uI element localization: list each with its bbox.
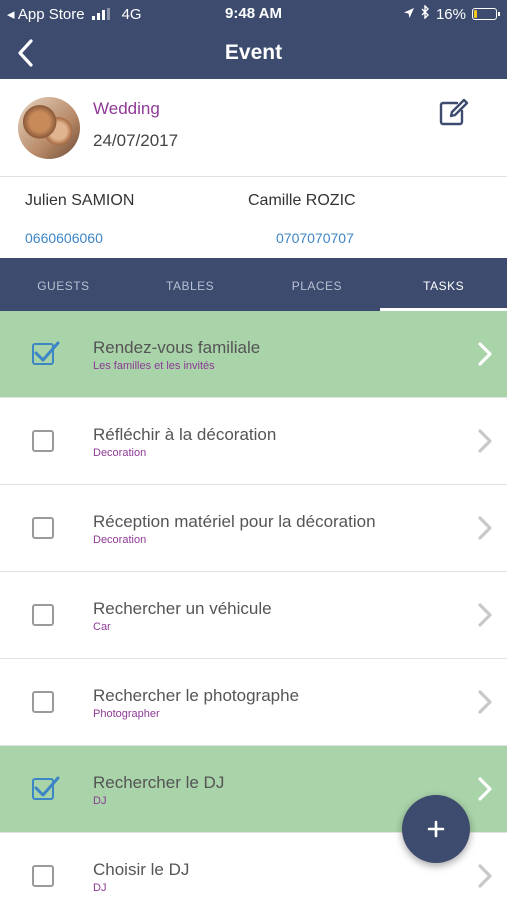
task-text: Rechercher le photographe Photographer bbox=[93, 659, 423, 746]
task-name: Choisir le DJ bbox=[93, 860, 190, 879]
checkmark-icon bbox=[34, 776, 60, 797]
task-text: Réfléchir à la décoration Decoration bbox=[93, 398, 423, 485]
top-bar: ◂ App Store 4G 9:48 AM 16% Event bbox=[0, 0, 507, 79]
contact-phone-link[interactable]: 0707070707 bbox=[276, 230, 354, 246]
task-checkbox[interactable] bbox=[32, 691, 54, 713]
location-icon bbox=[403, 6, 415, 23]
task-row[interactable]: Rechercher un véhicule Car bbox=[0, 572, 507, 659]
chevron-right-icon bbox=[478, 429, 492, 453]
status-bar: ◂ App Store 4G 9:48 AM 16% bbox=[0, 0, 507, 28]
task-name: Réception matériel pour la décoration bbox=[93, 512, 376, 531]
task-name: Rechercher le DJ bbox=[93, 773, 225, 792]
task-category: Decoration bbox=[93, 534, 147, 546]
task-checkbox[interactable] bbox=[32, 604, 54, 626]
chevron-right-icon bbox=[478, 603, 492, 627]
edit-icon bbox=[439, 98, 469, 126]
task-name: Rendez-vous familiale bbox=[93, 338, 261, 357]
task-checkbox[interactable] bbox=[32, 341, 60, 365]
task-row[interactable]: Réfléchir à la décoration Decoration bbox=[0, 398, 507, 485]
task-category: Photographer bbox=[93, 708, 160, 720]
task-checkbox[interactable] bbox=[32, 865, 54, 887]
task-checkbox[interactable] bbox=[32, 776, 60, 800]
task-checkbox[interactable] bbox=[32, 517, 54, 539]
tab-tasks[interactable]: TASKS bbox=[380, 258, 507, 311]
task-category: DJ bbox=[93, 795, 107, 807]
event-name: Wedding bbox=[93, 99, 160, 118]
task-name: Réfléchir à la décoration bbox=[93, 425, 277, 444]
task-text: Rechercher un véhicule Car bbox=[93, 572, 423, 659]
task-category: Les familles et les invités bbox=[93, 360, 215, 372]
tab-guests[interactable]: GUESTS bbox=[0, 258, 127, 311]
task-name: Rechercher un véhicule bbox=[93, 599, 272, 618]
chevron-right-icon bbox=[478, 342, 492, 366]
checkmark-icon bbox=[34, 341, 60, 362]
task-text: Choisir le DJ DJ bbox=[93, 833, 423, 900]
task-category: DJ bbox=[93, 882, 107, 894]
task-row[interactable]: Réception matériel pour la décoration Dec… bbox=[0, 485, 507, 572]
tab-bar: GUESTS TABLES PLACES TASKS bbox=[0, 258, 507, 311]
chevron-right-icon bbox=[478, 864, 492, 888]
chevron-right-icon bbox=[478, 777, 492, 801]
page-title: Event bbox=[224, 41, 283, 64]
event-summary: Wedding 24/07/2017 bbox=[0, 79, 507, 177]
task-row[interactable]: Rendez-vous familiale Les familles et les… bbox=[0, 311, 507, 398]
edit-event-button[interactable] bbox=[438, 97, 470, 127]
contact-name: Camille ROZIC bbox=[248, 192, 356, 209]
task-name: Rechercher le photographe bbox=[93, 686, 300, 705]
tab-tables[interactable]: TABLES bbox=[127, 258, 254, 311]
contact-name: Julien SAMION bbox=[25, 192, 135, 209]
bluetooth-icon bbox=[421, 4, 430, 23]
add-task-button[interactable] bbox=[402, 795, 470, 863]
contacts: Julien SAMION 0660606060 Camille ROZIC 0… bbox=[0, 178, 507, 258]
battery-icon bbox=[472, 8, 500, 20]
task-row[interactable]: Rechercher le photographe Photographer bbox=[0, 659, 507, 746]
nav-bar: Event bbox=[0, 28, 507, 79]
task-category: Decoration bbox=[93, 447, 147, 459]
event-date: 24/07/2017 bbox=[93, 131, 179, 150]
battery-percent: 16% bbox=[435, 5, 466, 23]
task-category: Car bbox=[93, 621, 111, 633]
tab-places[interactable]: PLACES bbox=[254, 258, 381, 311]
task-text: Réception matériel pour la décoration Dec… bbox=[93, 485, 423, 572]
task-checkbox[interactable] bbox=[32, 430, 54, 452]
task-text: Rendez-vous familiale Les familles et les… bbox=[93, 311, 423, 398]
plus-icon bbox=[427, 820, 445, 838]
task-text: Rechercher le DJ DJ bbox=[93, 746, 423, 833]
contact-phone-link[interactable]: 0660606060 bbox=[25, 230, 103, 246]
chevron-right-icon bbox=[478, 516, 492, 540]
event-avatar bbox=[18, 97, 80, 159]
chevron-right-icon bbox=[478, 690, 492, 714]
